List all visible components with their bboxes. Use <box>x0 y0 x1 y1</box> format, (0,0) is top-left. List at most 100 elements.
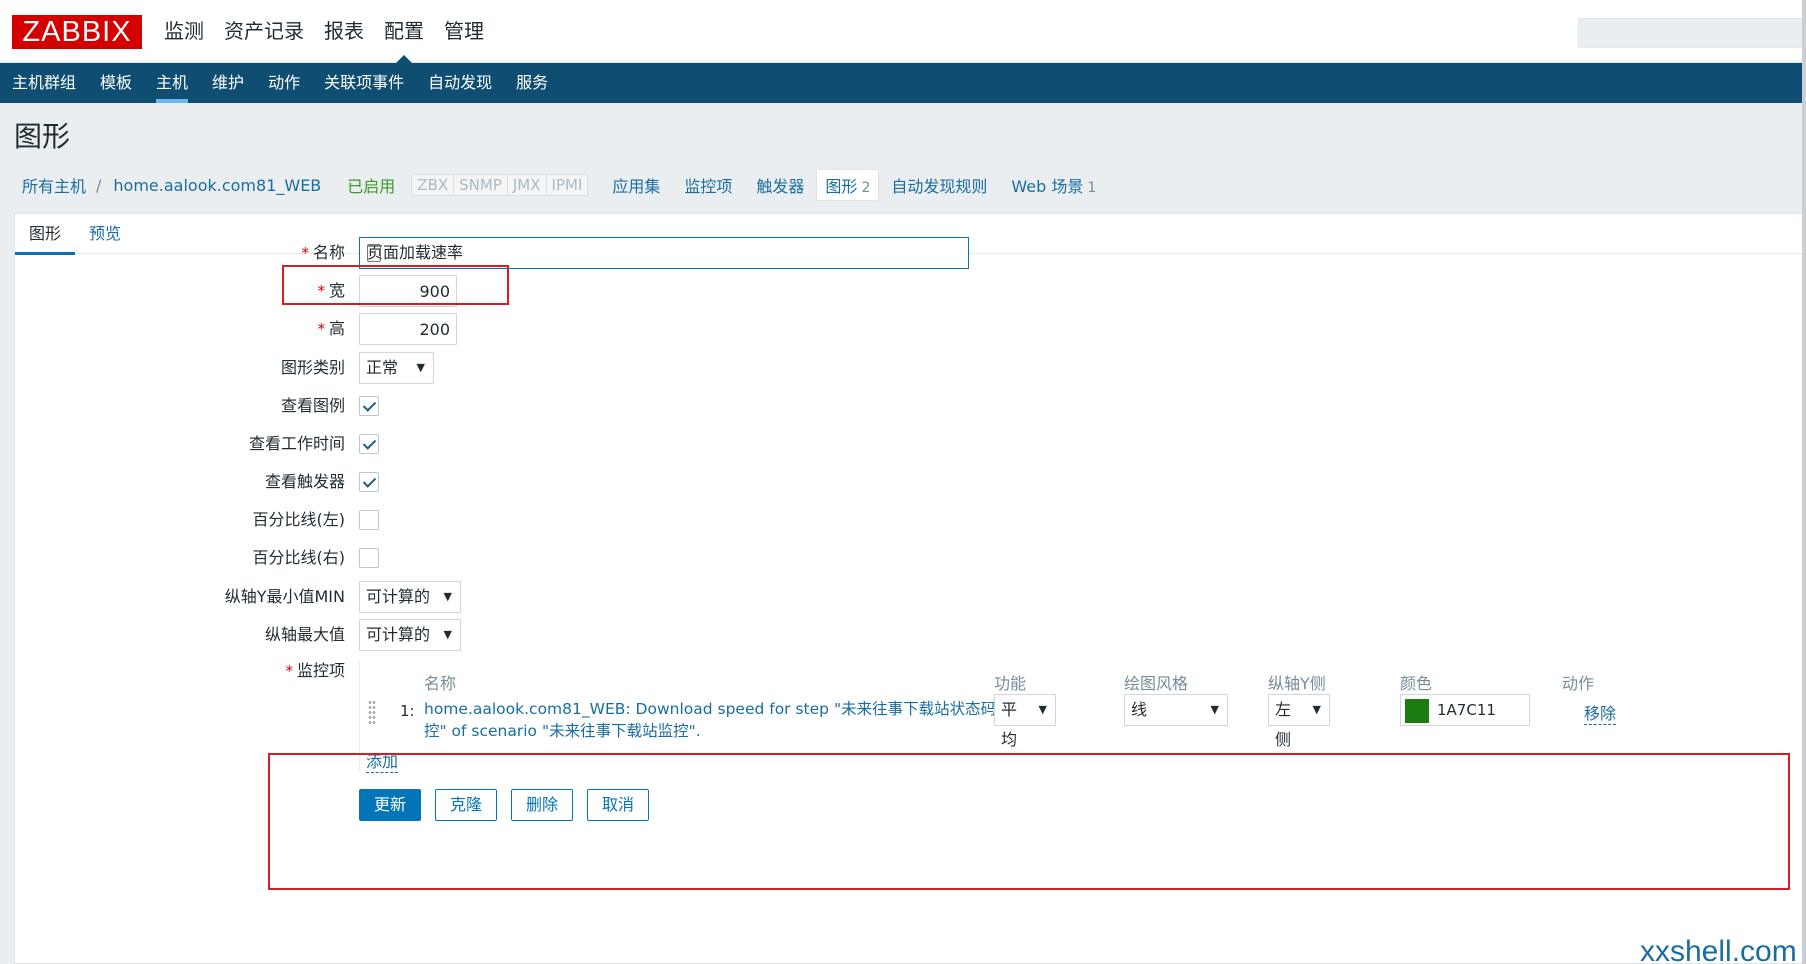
items-highlight-box <box>268 753 1790 890</box>
percentile-left-label: 百分比线(左) <box>252 510 346 529</box>
show-worktime-row: 查看工作时间 <box>15 428 1715 460</box>
item-drawstyle-select[interactable]: 线 <box>1124 694 1228 726</box>
height-field-wrap <box>359 313 457 345</box>
ymax-select[interactable]: 可计算的 <box>359 619 461 651</box>
height-field[interactable] <box>359 313 457 345</box>
sub-menu: 主机群组 模板 主机 维护 动作 关联项事件 自动发现 服务 <box>0 63 1806 103</box>
availability-badges: ZBX SNMP JMX IPMI <box>411 174 589 196</box>
name-highlight-box <box>282 265 509 305</box>
percentile-right-wrap <box>359 542 379 568</box>
percentile-left-row: 百分比线(左) <box>15 504 1715 536</box>
show-worktime-checkbox[interactable] <box>359 434 379 454</box>
sub-menu-services[interactable]: 服务 <box>504 63 560 103</box>
col-action-header: 动作 <box>1562 674 1595 693</box>
show-legend-checkbox[interactable] <box>359 396 379 416</box>
item-yaxis-select[interactable]: 左侧 <box>1268 694 1330 749</box>
link-graphs-count: 2 <box>861 180 871 196</box>
graph-type-label: 图形类别 <box>280 358 345 377</box>
breadcrumb-host[interactable]: home.aalook.com81_WEB <box>101 176 331 195</box>
host-status-badge[interactable]: 已启用 <box>331 173 411 197</box>
percentile-left-checkbox[interactable] <box>359 510 379 530</box>
sub-menu-host-groups[interactable]: 主机群组 <box>0 63 88 103</box>
color-swatch[interactable] <box>1405 699 1429 723</box>
link-web-scenarios[interactable]: Web 场景 1 <box>999 173 1108 197</box>
main-menu: 监测 资产记录 报表 配置 管理 <box>154 0 494 63</box>
main-menu-reports[interactable]: 报表 <box>314 0 374 63</box>
main-menu-configuration[interactable]: 配置 <box>374 0 434 63</box>
percentile-left-wrap <box>359 504 379 530</box>
ymax-label: 纵轴最大值 <box>264 625 345 644</box>
graph-type-row: 图形类别 正常 <box>15 352 1715 384</box>
top-bar: ZABBIX 监测 资产记录 报表 配置 管理 <box>0 0 1806 63</box>
col-drawstyle-header: 绘图风格 <box>1124 674 1189 693</box>
link-discovery-rules[interactable]: 自动发现规则 <box>879 173 999 197</box>
name-label-text: 名称 <box>312 243 345 262</box>
main-menu-inventory[interactable]: 资产记录 <box>214 0 314 63</box>
show-worktime-label: 查看工作时间 <box>248 434 345 453</box>
height-row: * 高 <box>15 313 1715 345</box>
show-worktime-wrap <box>359 428 379 454</box>
show-legend-label: 查看图例 <box>280 396 345 415</box>
link-web-scenarios-count: 1 <box>1087 180 1097 196</box>
drag-handle-icon[interactable] <box>368 700 376 726</box>
required-mark: * <box>285 662 293 680</box>
graph-type-wrap: 正常 <box>359 352 434 384</box>
link-triggers[interactable]: 触发器 <box>744 173 816 197</box>
link-web-scenarios-label: Web 场景 <box>1011 177 1084 196</box>
col-color-header: 颜色 <box>1400 674 1433 693</box>
show-triggers-row: 查看触发器 <box>15 466 1715 498</box>
main-menu-monitoring[interactable]: 监测 <box>154 0 214 63</box>
search-input[interactable] <box>1578 18 1806 48</box>
link-items[interactable]: 监控项 <box>672 173 744 197</box>
item-remove-link[interactable]: 移除 <box>1584 700 1617 725</box>
link-graphs-label: 图形 <box>825 177 858 196</box>
ymin-select[interactable]: 可计算的 <box>359 581 461 613</box>
show-triggers-checkbox[interactable] <box>359 472 379 492</box>
sub-menu-actions[interactable]: 动作 <box>256 63 312 103</box>
col-function-header: 功能 <box>994 674 1027 693</box>
sub-menu-discovery[interactable]: 自动发现 <box>416 63 504 103</box>
show-triggers-label: 查看触发器 <box>264 472 345 491</box>
ymin-row: 纵轴Y最小值MIN 可计算的 <box>15 581 1715 613</box>
item-index: 1: <box>400 702 415 720</box>
sub-menu-hosts[interactable]: 主机 <box>144 63 200 103</box>
main-menu-administration[interactable]: 管理 <box>434 0 494 63</box>
item-function-select[interactable]: 平均 <box>994 694 1056 749</box>
required-mark: * <box>317 320 325 338</box>
ymax-wrap: 可计算的 <box>359 619 461 651</box>
graph-type-select[interactable]: 正常 <box>359 352 434 384</box>
keyboard-icon <box>367 244 381 262</box>
items-label-text: 监控项 <box>296 661 345 680</box>
link-applications[interactable]: 应用集 <box>600 173 672 197</box>
percentile-right-checkbox[interactable] <box>359 548 379 568</box>
breadcrumb-all-hosts[interactable]: 所有主机 <box>14 173 96 197</box>
link-items-label: 监控项 <box>684 177 733 196</box>
width-row: * 宽 <box>15 275 1715 307</box>
link-applications-label: 应用集 <box>612 177 661 196</box>
col-name-header: 名称 <box>424 674 457 693</box>
name-field-value: 页面加载速率 <box>367 243 464 262</box>
zabbix-logo[interactable]: ZABBIX <box>12 15 142 49</box>
item-name-link[interactable]: home.aalook.com81_WEB: Download speed fo… <box>424 698 1024 742</box>
item-color-field[interactable]: 1A7C11 <box>1400 694 1530 726</box>
ymin-label: 纵轴Y最小值MIN <box>224 587 345 606</box>
height-label: * 高 <box>317 313 345 345</box>
link-discovery-rules-label: 自动发现规则 <box>891 177 988 196</box>
height-label-text: 高 <box>328 319 345 338</box>
show-triggers-wrap <box>359 466 379 492</box>
sub-menu-templates[interactable]: 模板 <box>88 63 144 103</box>
percentile-right-row: 百分比线(右) <box>15 542 1715 574</box>
link-triggers-label: 触发器 <box>756 177 805 196</box>
page-title: 图形 <box>14 120 71 153</box>
sub-menu-correlation[interactable]: 关联项事件 <box>312 63 416 103</box>
percentile-right-label: 百分比线(右) <box>252 548 346 567</box>
name-row: * 名称 页面加载速率 <box>15 237 1715 269</box>
item-color-value: 1A7C11 <box>1437 701 1496 719</box>
zbx-badge: ZBX <box>412 175 455 195</box>
ymax-row: 纵轴最大值 可计算的 <box>15 619 1715 651</box>
window-edge <box>1802 0 1806 964</box>
sub-menu-maintenance[interactable]: 维护 <box>200 63 256 103</box>
link-graphs[interactable]: 图形 2 <box>816 169 880 201</box>
required-mark: * <box>301 244 309 262</box>
ipmi-badge: IPMI <box>546 175 588 195</box>
